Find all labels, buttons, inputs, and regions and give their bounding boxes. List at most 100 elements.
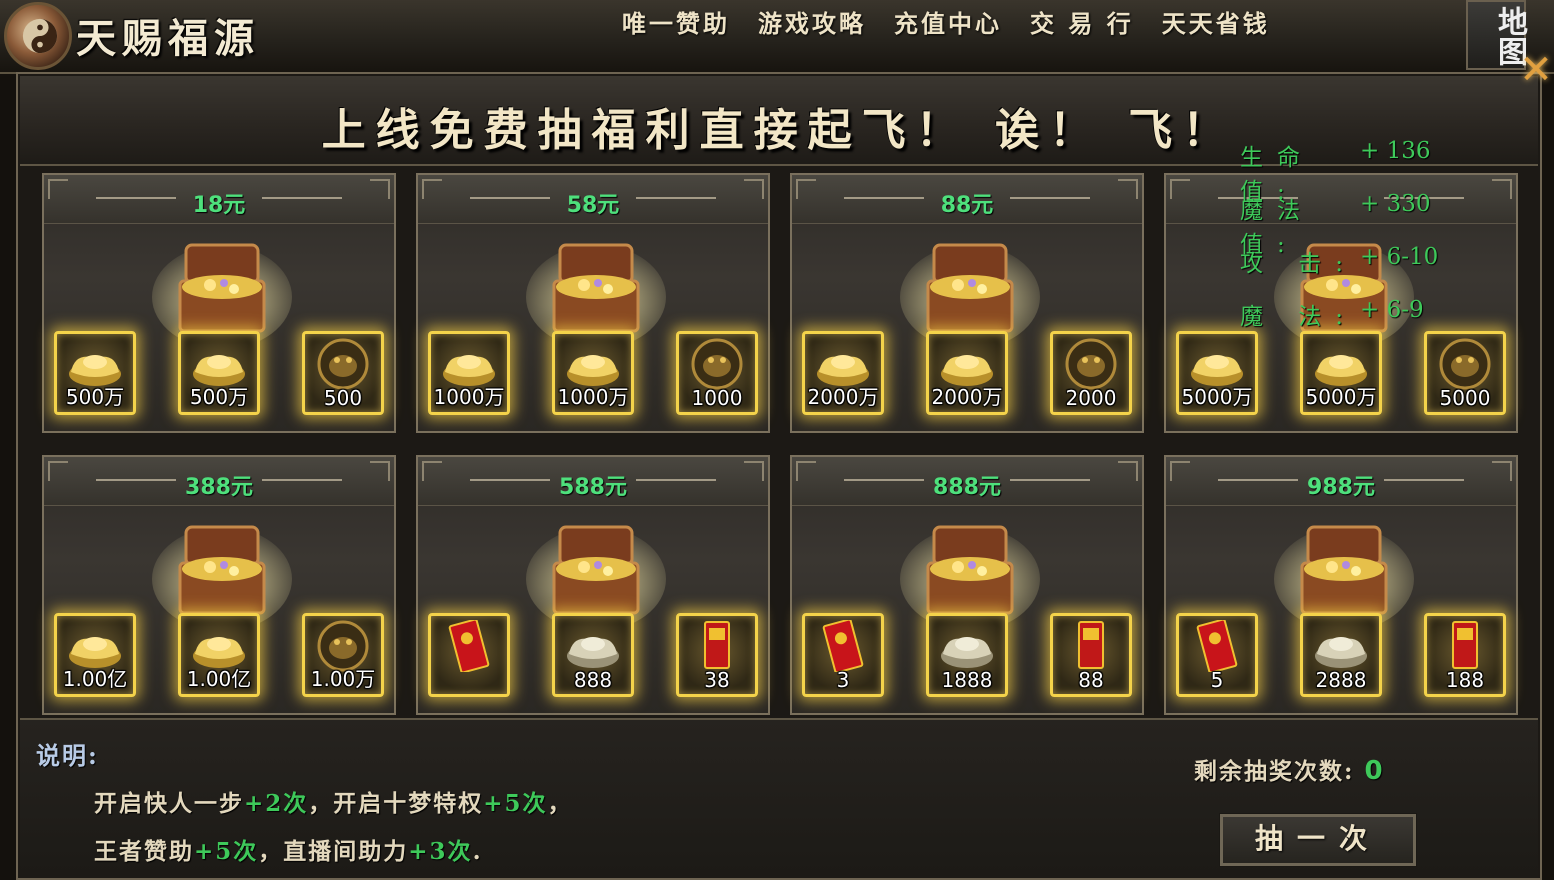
map-button[interactable]: 地图 xyxy=(1466,0,1527,70)
card-header: 588元 xyxy=(418,457,768,506)
reward-slot[interactable]: 500万 xyxy=(178,331,260,415)
stat-value: + 330 xyxy=(1360,191,1431,217)
reward-card[interactable]: 88元 2000万 2000万 2000 xyxy=(790,173,1144,433)
nav-game-guide[interactable]: 游戏攻略 xyxy=(758,4,866,39)
reward-amount: 5000 xyxy=(1439,386,1491,410)
reward-amount: 1888 xyxy=(941,668,993,692)
card-price: 988元 xyxy=(1307,475,1375,500)
reward-slot[interactable]: 188 xyxy=(1424,613,1506,697)
reward-amount: 188 xyxy=(1445,668,1485,692)
top-bar: 天赐福源 唯一赞助 游戏攻略 充值中心 交 易 行 天天省钱 地图 xyxy=(0,0,1554,74)
corner-ornament xyxy=(1170,179,1190,199)
reward-slot[interactable]: 88 xyxy=(1050,613,1132,697)
stat-value: + 136 xyxy=(1360,138,1431,164)
reward-slot[interactable]: 1888 xyxy=(926,613,1008,697)
reward-slot[interactable]: 500万 xyxy=(54,331,136,415)
reward-amount: 5000万 xyxy=(1305,385,1377,409)
card-price: 388元 xyxy=(185,475,253,500)
card-header: 18元 xyxy=(44,175,394,224)
stat-row: 生命值: + 136 xyxy=(1240,138,1438,205)
reward-slot[interactable]: 38 xyxy=(676,613,758,697)
reward-amount: 2000万 xyxy=(807,385,879,409)
reward-amount: 88 xyxy=(1078,668,1104,692)
desc-text: 开启十梦特权 xyxy=(333,790,484,817)
reward-slot[interactable]: 500 xyxy=(302,331,384,415)
reward-amount: 1000万 xyxy=(557,385,629,409)
silver-ingot-icon xyxy=(937,620,997,672)
reward-slot[interactable]: 5 xyxy=(1176,613,1258,697)
nav-daily-savings[interactable]: 天天省钱 xyxy=(1162,4,1270,39)
silver-ingot-icon xyxy=(1311,620,1371,672)
nav-sponsor[interactable]: 唯一赞助 xyxy=(622,4,730,39)
card-price: 588元 xyxy=(559,475,627,500)
reward-slot[interactable]: 1000 xyxy=(676,331,758,415)
red-envelope-icon xyxy=(1187,618,1247,674)
stat-row: 魔法值: + 330 xyxy=(1240,191,1438,258)
stat-row: 攻 击: + 6-10 xyxy=(1240,244,1438,297)
reward-slot[interactable]: 1000万 xyxy=(428,331,510,415)
red-envelope-icon xyxy=(439,618,499,674)
close-icon[interactable]: ✕ xyxy=(1518,50,1554,90)
description-line-2: 王者赞助+5次，直播间助力+3次. xyxy=(94,832,483,866)
reward-amount: 3 xyxy=(836,668,850,692)
reward-amount: 2000 xyxy=(1065,386,1117,410)
toad-coin-icon xyxy=(687,338,747,390)
stat-label: 攻 击: xyxy=(1240,251,1358,277)
card-header: 58元 xyxy=(418,175,768,224)
reward-slot[interactable]: 2000万 xyxy=(802,331,884,415)
card-price: 18元 xyxy=(192,193,246,218)
reward-slot[interactable]: 2888 xyxy=(1300,613,1382,697)
desc-sep: ， xyxy=(308,790,334,817)
reward-card[interactable]: 588元 888 38 xyxy=(416,455,770,715)
desc-sep: ， xyxy=(258,838,284,865)
stat-row: 魔 法: + 6-9 xyxy=(1240,297,1438,350)
red-token-icon xyxy=(687,620,747,672)
reward-slot[interactable]: 888 xyxy=(552,613,634,697)
reward-amount: 1.00万 xyxy=(310,667,376,691)
reward-amount: 1000 xyxy=(691,386,743,410)
reward-slot[interactable]: 3 xyxy=(802,613,884,697)
toad-coin-icon xyxy=(1435,338,1495,390)
reward-slot[interactable] xyxy=(428,613,510,697)
yin-yang-icon xyxy=(22,18,58,54)
description-title: 说明: xyxy=(36,741,99,770)
draw-once-button[interactable]: 抽一次 xyxy=(1219,813,1417,867)
desc-sep: ， xyxy=(547,790,573,817)
nav-trading-house[interactable]: 交 易 行 xyxy=(1030,4,1134,39)
reward-amount: 1000万 xyxy=(433,385,505,409)
reward-slot[interactable]: 1.00亿 xyxy=(54,613,136,697)
nav-recharge-center[interactable]: 充值中心 xyxy=(894,4,1002,39)
desc-sep: . xyxy=(472,838,483,865)
reward-amount: 5000万 xyxy=(1181,385,1253,409)
reward-card[interactable]: 988元 5 2888 188 xyxy=(1164,455,1518,715)
top-nav: 唯一赞助 游戏攻略 充值中心 交 易 行 天天省钱 xyxy=(622,4,1270,39)
remaining-draws-value: 0 xyxy=(1364,756,1385,786)
stat-value: + 6-9 xyxy=(1360,297,1424,323)
card-header: 388元 xyxy=(44,457,394,506)
toad-coin-icon xyxy=(313,338,373,390)
remaining-draws: 剩余抽奖次数: 0 xyxy=(1194,752,1385,786)
reward-amount: 5 xyxy=(1210,668,1224,692)
card-header: 988元 xyxy=(1166,457,1516,506)
stat-label: 魔法值: xyxy=(1240,198,1314,258)
reward-card[interactable]: 388元 1.00亿 1.00亿 1.00万 xyxy=(42,455,396,715)
reward-card[interactable]: 888元 3 1888 88 xyxy=(790,455,1144,715)
card-price: 58元 xyxy=(566,193,620,218)
reward-amount: 1.00亿 xyxy=(186,667,252,691)
reward-slot[interactable]: 1.00亿 xyxy=(178,613,260,697)
red-token-icon xyxy=(1435,620,1495,672)
reward-card[interactable]: 58元 1000万 1000万 1000 xyxy=(416,173,770,433)
reward-card[interactable]: 18元 500万 500万 500 xyxy=(42,173,396,433)
footer: 说明: 开启快人一步+2次，开启十梦特权+5次， 王者赞助+5次，直播间助力+3… xyxy=(20,718,1538,878)
desc-text: 直播间助力 xyxy=(283,838,409,865)
reward-slot[interactable]: 2000 xyxy=(1050,331,1132,415)
stat-label: 生命值: xyxy=(1240,145,1314,205)
reward-slot[interactable]: 2000万 xyxy=(926,331,1008,415)
app-title: 天赐福源 xyxy=(76,15,260,62)
reward-slot[interactable]: 1.00万 xyxy=(302,613,384,697)
reward-slot[interactable]: 1000万 xyxy=(552,331,634,415)
reward-amount: 38 xyxy=(704,668,730,692)
card-price: 88元 xyxy=(940,193,994,218)
silver-ingot-icon xyxy=(563,620,623,672)
remaining-draws-label: 剩余抽奖次数: xyxy=(1194,758,1355,785)
